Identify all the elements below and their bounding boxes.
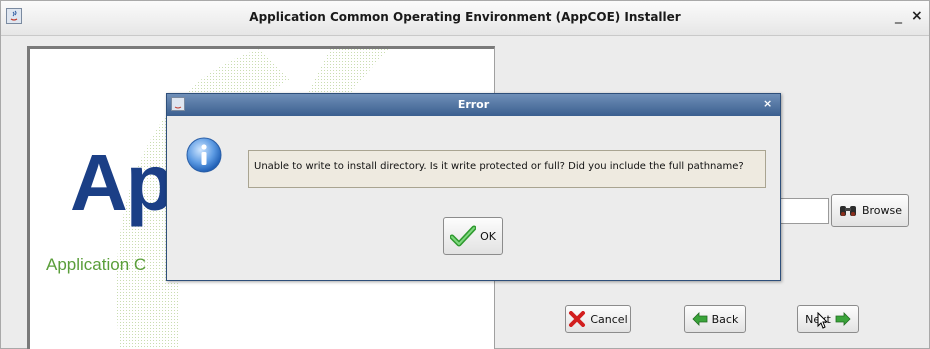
error-dialog: Error × Unable to write to install direc… bbox=[166, 93, 781, 281]
dialog-close-button[interactable]: × bbox=[763, 97, 772, 110]
cancel-button-label: Cancel bbox=[590, 312, 628, 326]
error-dialog-title: Error bbox=[457, 98, 490, 111]
error-message-box: Unable to write to install directory. Is… bbox=[248, 150, 766, 188]
green-check-icon bbox=[450, 225, 477, 247]
minimize-button[interactable]: _ bbox=[895, 9, 902, 23]
browse-button-label: Browse bbox=[861, 204, 903, 217]
error-message: Unable to write to install directory. Is… bbox=[254, 161, 744, 172]
logo-wordmark: Ap bbox=[70, 138, 175, 227]
green-right-arrow-icon bbox=[835, 312, 851, 326]
logo-subtitle: Application C bbox=[46, 255, 147, 274]
binoculars-icon bbox=[839, 205, 856, 216]
browse-button[interactable]: Browse bbox=[831, 194, 909, 227]
green-left-arrow-icon bbox=[692, 312, 708, 326]
info-icon bbox=[186, 137, 222, 173]
mouse-pointer-icon bbox=[817, 312, 829, 329]
cancel-button[interactable]: Cancel bbox=[565, 305, 631, 333]
ok-button[interactable]: OK bbox=[443, 217, 503, 255]
back-button[interactable]: Back bbox=[684, 305, 746, 333]
window-titlebar[interactable]: Application Common Operating Environment… bbox=[1, 1, 929, 36]
red-x-icon bbox=[569, 311, 586, 327]
ok-button-label: OK bbox=[480, 229, 496, 243]
close-button[interactable]: × bbox=[911, 9, 923, 23]
window-title: Application Common Operating Environment… bbox=[249, 10, 681, 24]
error-dialog-titlebar[interactable]: Error × bbox=[167, 94, 780, 116]
back-button-label: Back bbox=[711, 312, 739, 326]
